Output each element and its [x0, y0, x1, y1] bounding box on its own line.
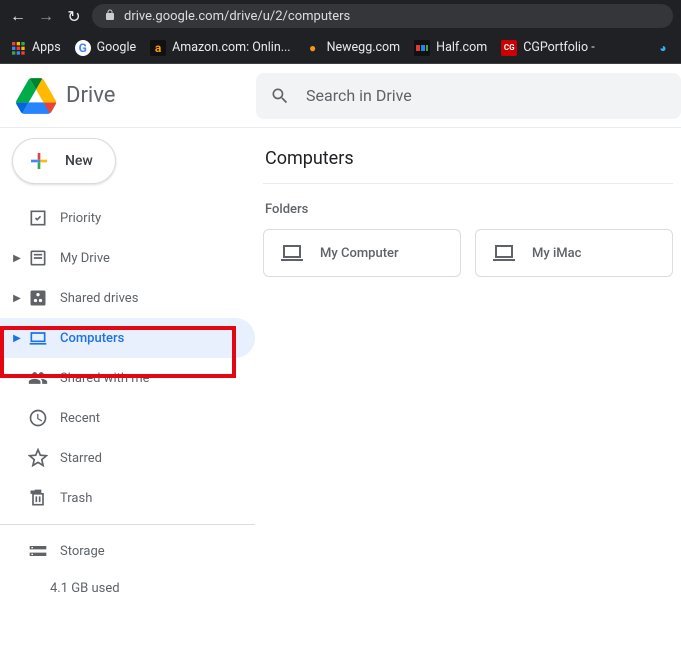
bookmark-label: Amazon.com: Onlin...: [172, 40, 290, 55]
computers-icon: [28, 328, 48, 348]
half-icon: [414, 40, 430, 56]
search-placeholder: Search in Drive: [306, 86, 412, 105]
bookmark-cgportfolio[interactable]: CG CGPortfolio -: [501, 40, 594, 56]
bookmark-newegg[interactable]: ● Newegg.com: [305, 40, 401, 56]
storage-used-text: 4.1 GB used: [0, 581, 255, 596]
priority-icon: [28, 208, 48, 228]
sidebar-item-label: Computers: [60, 331, 124, 346]
browser-chrome: ← → ↻ drive.google.com/drive/u/2/compute…: [0, 0, 681, 64]
url-text: drive.google.com/drive/u/2/computers: [124, 9, 350, 24]
sidebar-item-starred[interactable]: Starred: [0, 438, 255, 478]
bookmarks-bar: Apps G Google a Amazon.com: Onlin... ● N…: [0, 32, 681, 64]
sidebar-item-label: Storage: [60, 544, 105, 559]
bookmark-google[interactable]: G Google: [75, 40, 136, 56]
laptop-icon: [280, 241, 304, 265]
plus-icon: [27, 149, 51, 173]
expand-icon[interactable]: ▶: [10, 253, 24, 264]
sidebar-item-shared-drives[interactable]: ▶ Shared drives: [0, 278, 255, 318]
shared-icon: [28, 368, 48, 388]
search-wrap: Search in Drive: [256, 73, 681, 119]
sidebar-separator: [0, 524, 255, 525]
folder-my-computer[interactable]: My Computer: [263, 229, 461, 277]
omnibox[interactable]: drive.google.com/drive/u/2/computers: [92, 4, 673, 28]
forward-button[interactable]: →: [36, 6, 56, 26]
google-icon: G: [75, 40, 91, 56]
newegg-icon: ●: [305, 40, 321, 56]
sidebar-item-label: My Drive: [60, 251, 110, 266]
bookmark-label: Google: [97, 40, 136, 55]
sidebar-item-trash[interactable]: Trash: [0, 478, 255, 518]
main-panel: Computers Folders My Computer My iMac: [255, 128, 681, 647]
recent-icon: [28, 408, 48, 428]
bookmark-label: Half.com: [436, 40, 487, 55]
laptop-icon: [492, 241, 516, 265]
sidebar-item-label: Starred: [60, 451, 102, 466]
logo-area[interactable]: Drive: [0, 76, 256, 116]
expand-icon[interactable]: ▶: [10, 333, 24, 344]
bookmark-half[interactable]: Half.com: [414, 40, 487, 56]
back-button[interactable]: ←: [8, 6, 28, 26]
content-area: New Priority ▶ My Drive ▶: [0, 128, 681, 647]
new-button[interactable]: New: [12, 138, 116, 184]
app-header: Drive Search in Drive: [0, 64, 681, 128]
address-bar-row: ← → ↻ drive.google.com/drive/u/2/compute…: [0, 0, 681, 32]
search-input[interactable]: Search in Drive: [256, 73, 681, 119]
lock-icon: [104, 9, 116, 24]
drive-logo-icon: [16, 76, 56, 116]
sidebar-item-label: Priority: [60, 211, 101, 226]
sidebar: New Priority ▶ My Drive ▶: [0, 128, 255, 647]
page-title: Computers: [263, 142, 673, 184]
shared-drives-icon: [28, 288, 48, 308]
folder-label: My Computer: [320, 246, 399, 261]
folder-my-imac[interactable]: My iMac: [475, 229, 673, 277]
expand-icon[interactable]: ▶: [10, 293, 24, 304]
sidebar-item-shared-with-me[interactable]: Shared with me: [0, 358, 255, 398]
folders-row: My Computer My iMac: [263, 229, 673, 277]
bookmark-label: Apps: [32, 40, 61, 55]
new-button-label: New: [65, 153, 93, 169]
sidebar-list: Priority ▶ My Drive ▶ Shared drives ▶: [0, 198, 255, 571]
apps-icon: [10, 40, 26, 56]
bookmark-label: CGPortfolio -: [523, 40, 594, 55]
search-icon: [270, 86, 290, 106]
sidebar-item-mydrive[interactable]: ▶ My Drive: [0, 238, 255, 278]
amazon-icon: a: [150, 40, 166, 56]
cg-icon: CG: [501, 40, 517, 56]
sidebar-item-recent[interactable]: Recent: [0, 398, 255, 438]
sidebar-item-label: Shared drives: [60, 291, 138, 306]
reload-button[interactable]: ↻: [64, 7, 84, 26]
section-label: Folders: [265, 202, 673, 217]
sidebar-item-priority[interactable]: Priority: [0, 198, 255, 238]
bookmark-apps[interactable]: Apps: [10, 40, 61, 56]
storage-icon: [28, 541, 48, 561]
mydrive-icon: [28, 248, 48, 268]
bookmark-label: Newegg.com: [327, 40, 401, 55]
extension-icon[interactable]: ◕: [655, 40, 671, 56]
trash-icon: [28, 488, 48, 508]
product-name: Drive: [66, 83, 115, 108]
sidebar-item-label: Trash: [60, 491, 92, 506]
sidebar-item-label: Shared with me: [60, 371, 150, 386]
starred-icon: [28, 448, 48, 468]
sidebar-item-label: Recent: [60, 411, 100, 426]
sidebar-item-computers[interactable]: ▶ Computers: [0, 318, 255, 358]
sidebar-item-storage[interactable]: Storage: [0, 531, 255, 571]
bookmark-amazon[interactable]: a Amazon.com: Onlin...: [150, 40, 290, 56]
folder-label: My iMac: [532, 246, 581, 261]
